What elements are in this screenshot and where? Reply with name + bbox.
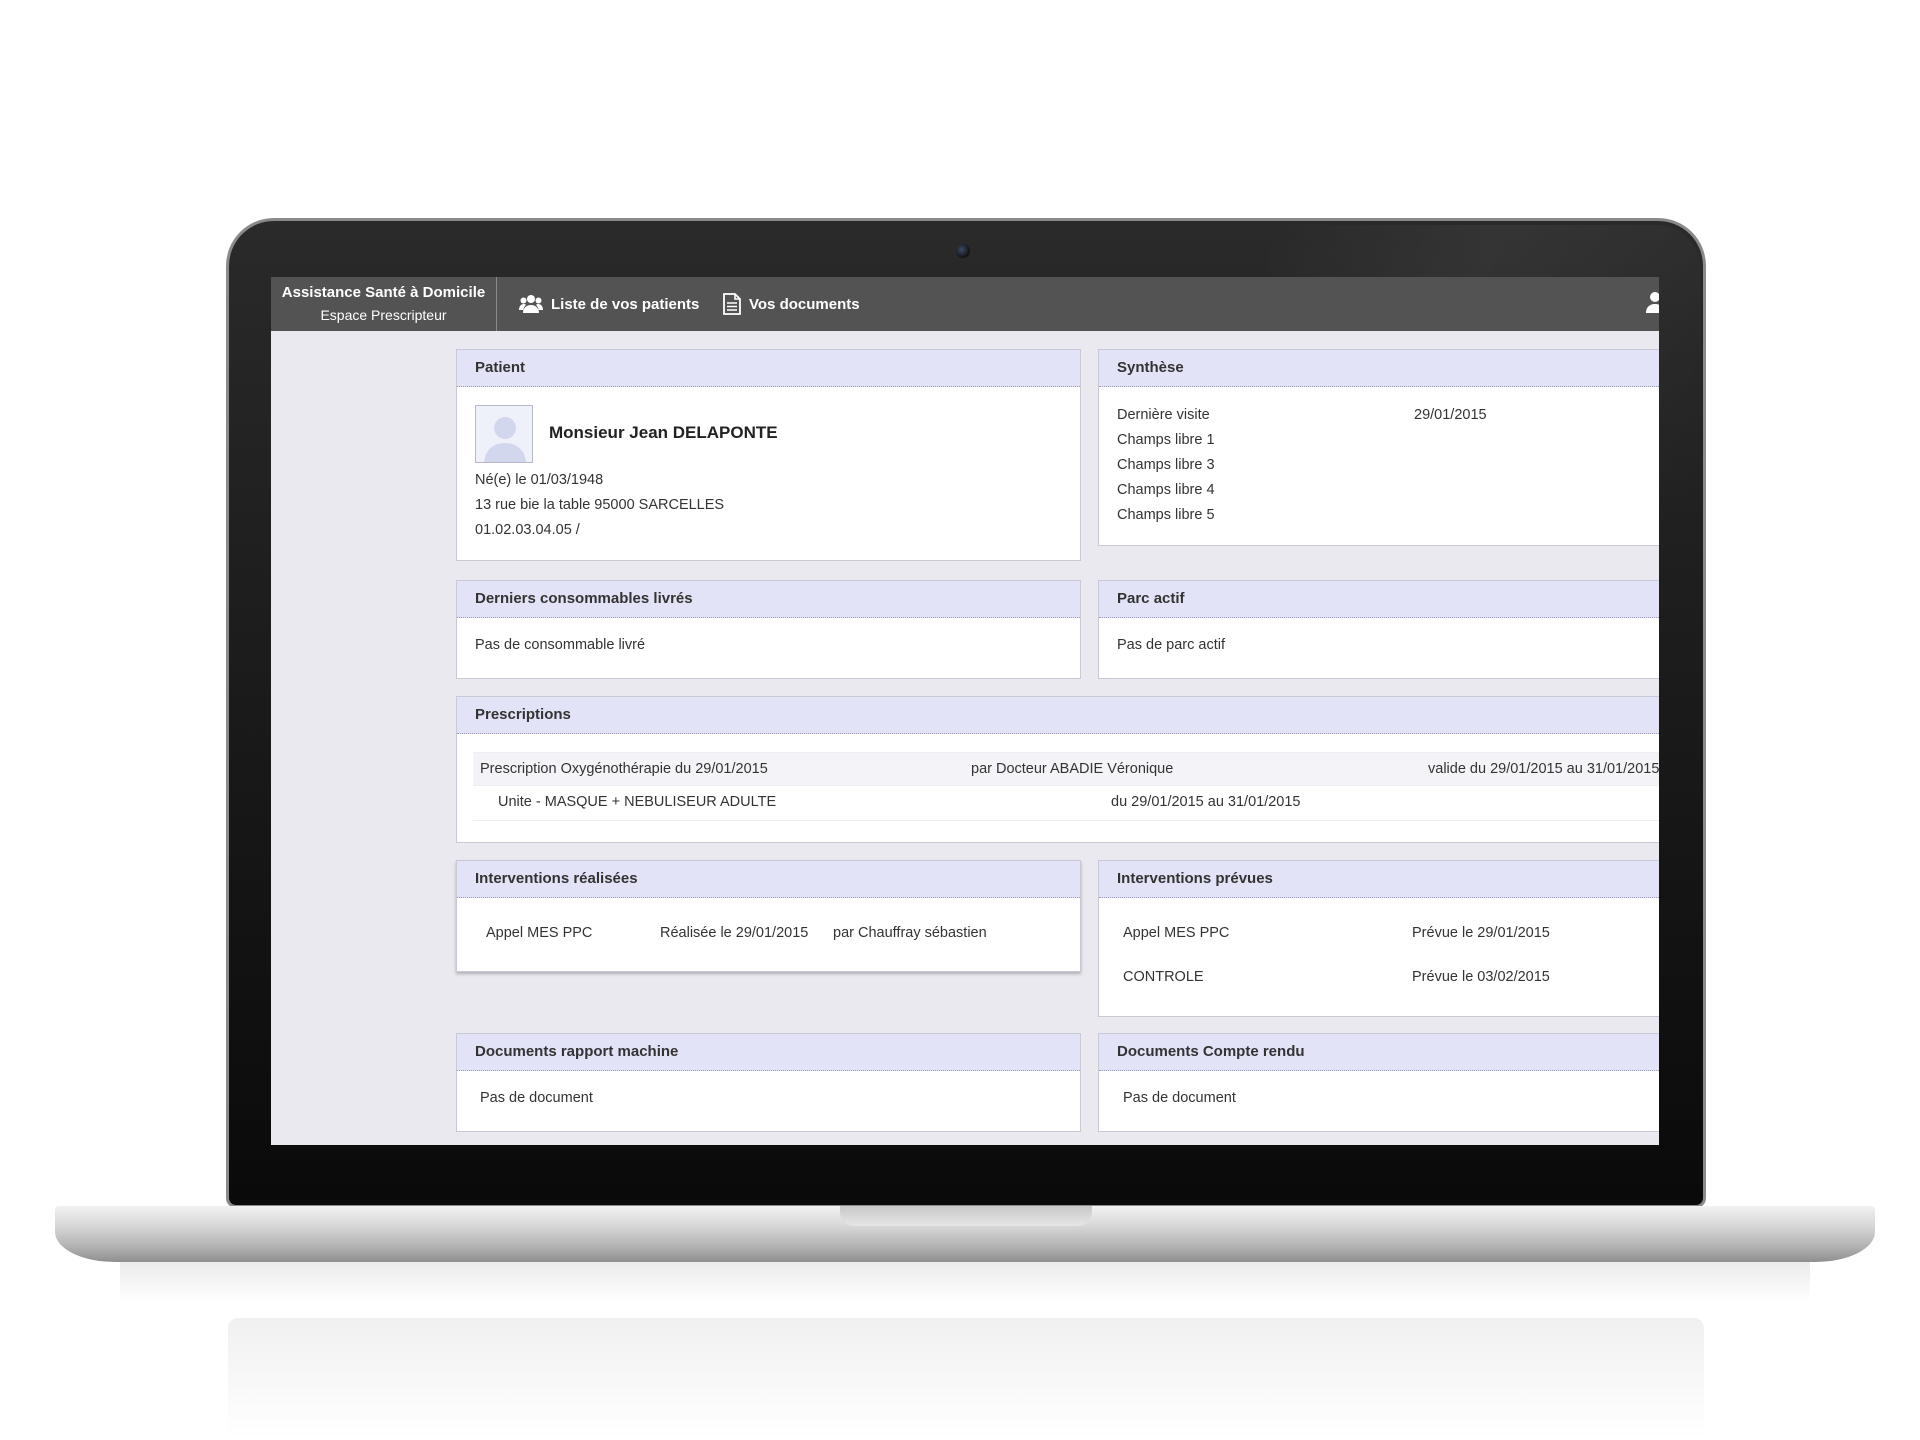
patient-phone: 01.02.03.04.05 / bbox=[475, 522, 580, 538]
synthese-label: Champs libre 5 bbox=[1117, 507, 1215, 523]
intervention-type: CONTROLE bbox=[1123, 969, 1204, 985]
users-icon bbox=[519, 293, 543, 315]
parc-panel: Parc actif Pas de parc actif bbox=[1098, 580, 1659, 679]
laptop-notch bbox=[840, 1206, 1092, 1226]
docs-machine-empty-text: Pas de document bbox=[480, 1090, 593, 1106]
intervention-type: Appel MES PPC bbox=[1123, 925, 1230, 941]
brand[interactable]: Assistance Santé à Domicile Espace Presc… bbox=[271, 277, 497, 331]
docs-machine-panel: Documents rapport machine Pas de documen… bbox=[456, 1033, 1081, 1132]
laptop-reflection bbox=[228, 1318, 1704, 1440]
webcam-icon bbox=[956, 244, 970, 258]
docs-machine-header: Documents rapport machine bbox=[457, 1034, 1080, 1071]
prescription-line-row: Unite - MASQUE + NEBULISEUR ADULTE du 29… bbox=[473, 787, 1659, 821]
nav-documents-label: Vos documents bbox=[749, 295, 860, 313]
app-screen: Assistance Santé à Domicile Espace Presc… bbox=[271, 277, 1659, 1145]
prescriptions-panel: Prescriptions Prescription Oxygénothérap… bbox=[456, 696, 1659, 843]
prescription-doctor: par Docteur ABADIE Véronique bbox=[971, 761, 1174, 777]
brand-subtitle: Espace Prescripteur bbox=[320, 307, 447, 323]
prescription-period: du 29/01/2015 au 31/01/2015 bbox=[1111, 794, 1301, 810]
interventions-realisees-panel: Interventions réalisées Appel MES PPC Ré… bbox=[456, 860, 1081, 972]
synthese-label: Champs libre 4 bbox=[1117, 482, 1215, 498]
nav-patients-label: Liste de vos patients bbox=[551, 295, 700, 313]
intervention-date: Réalisée le 29/01/2015 bbox=[660, 925, 809, 941]
intervention-date: Prévue le 29/01/2015 bbox=[1412, 925, 1550, 941]
nav-patients-link[interactable]: Liste de vos patients bbox=[519, 291, 699, 317]
docs-compte-rendu-empty-text: Pas de document bbox=[1123, 1090, 1236, 1106]
user-menu-icon[interactable] bbox=[1645, 289, 1659, 320]
patient-address: 13 rue bie la table 95000 SARCELLES bbox=[475, 497, 725, 513]
prescriptions-panel-header: Prescriptions bbox=[457, 697, 1659, 734]
consommables-empty-text: Pas de consommable livré bbox=[475, 637, 646, 653]
synthese-panel-header: Synthèse bbox=[1099, 350, 1659, 387]
patient-name: Monsieur Jean DELAPONTE bbox=[549, 423, 778, 442]
parc-empty-text: Pas de parc actif bbox=[1117, 637, 1225, 653]
synthese-label: Champs libre 1 bbox=[1117, 432, 1215, 448]
nav-documents-link[interactable]: Vos documents bbox=[723, 291, 860, 317]
parc-panel-header: Parc actif bbox=[1099, 581, 1659, 618]
interventions-prevues-header: Interventions prévues bbox=[1099, 861, 1659, 898]
prescription-row[interactable]: Prescription Oxygénothérapie du 29/01/20… bbox=[473, 752, 1659, 786]
synthese-panel: Synthèse Dernière visite 29/01/2015 Cham… bbox=[1098, 349, 1659, 546]
docs-compte-rendu-panel: Documents Compte rendu Pas de document bbox=[1098, 1033, 1659, 1132]
synthese-label: Champs libre 3 bbox=[1117, 457, 1215, 473]
synthese-value: 29/01/2015 bbox=[1414, 407, 1487, 423]
docs-compte-rendu-header: Documents Compte rendu bbox=[1099, 1034, 1659, 1071]
intervention-date: Prévue le 03/02/2015 bbox=[1412, 969, 1550, 985]
patient-panel: Patient Monsieur Jean DELAPONTE Né(e) le… bbox=[456, 349, 1081, 561]
intervention-by: par Chauffray sébastien bbox=[833, 925, 987, 941]
top-navbar: Assistance Santé à Domicile Espace Presc… bbox=[271, 277, 1659, 331]
interventions-realisees-header: Interventions réalisées bbox=[457, 861, 1080, 898]
prescription-validity: valide du 29/01/2015 au 31/01/2015 bbox=[1428, 761, 1659, 777]
brand-title: Assistance Santé à Domicile bbox=[281, 284, 486, 301]
document-icon bbox=[723, 293, 741, 315]
patient-panel-header: Patient bbox=[457, 350, 1080, 387]
consommables-panel-header: Derniers consommables livrés bbox=[457, 581, 1080, 618]
interventions-prevues-panel: Interventions prévues Appel MES PPC Prév… bbox=[1098, 860, 1659, 1017]
intervention-type: Appel MES PPC bbox=[486, 925, 593, 941]
prescription-item: Unite - MASQUE + NEBULISEUR ADULTE bbox=[498, 794, 777, 810]
avatar bbox=[475, 405, 533, 463]
synthese-label: Dernière visite bbox=[1117, 407, 1210, 423]
laptop-shadow bbox=[120, 1262, 1810, 1302]
patient-birth: Né(e) le 01/03/1948 bbox=[475, 472, 604, 488]
consommables-panel: Derniers consommables livrés Pas de cons… bbox=[456, 580, 1081, 679]
prescription-title: Prescription Oxygénothérapie du 29/01/20… bbox=[480, 761, 768, 777]
